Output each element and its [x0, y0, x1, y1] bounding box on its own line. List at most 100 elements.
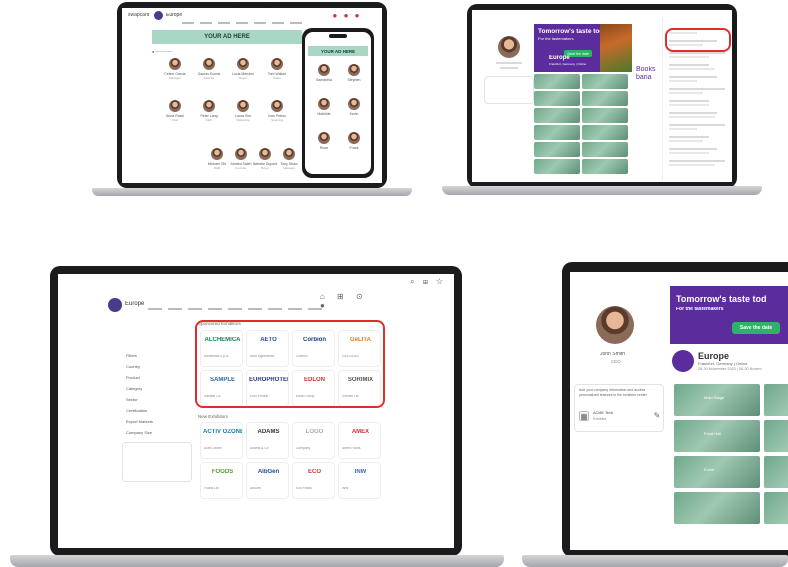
person-card[interactable]: Laura Kim Marketing — [228, 100, 258, 130]
person-name: Kevin — [349, 112, 359, 116]
photo-tile[interactable] — [674, 492, 760, 524]
exhibitor-card[interactable]: Add your company information and access … — [574, 384, 664, 432]
sidebar-item[interactable]: Product — [126, 376, 140, 381]
event-banner[interactable]: Tomorrow's taste tod For the tastemakers… — [670, 286, 788, 344]
photo-tile[interactable] — [764, 420, 788, 452]
person-role: Sales — [273, 77, 281, 80]
person-name: Tony Shaw — [280, 162, 298, 166]
edit-icon[interactable]: ✎ — [653, 411, 661, 420]
ad-banner[interactable]: YOUR AD HERE — [152, 30, 302, 44]
photo-tile[interactable] — [582, 159, 628, 174]
notification-line — [669, 100, 709, 102]
exhibitor-caption: INW — [342, 487, 349, 490]
sidebar-item[interactable]: Country — [126, 365, 140, 370]
browser-icons[interactable]: ⌕ ⊞ ☆ — [408, 277, 448, 287]
photo-tile[interactable]: Event — [674, 456, 760, 488]
filter-sidebar: Filters Country Product Category Sector Certi… — [122, 324, 192, 538]
photo-tile[interactable] — [534, 108, 580, 123]
person-card[interactable]: Lucia Mendes Buyer — [228, 58, 258, 88]
mobile-person-card[interactable]: Stephen — [341, 64, 367, 94]
header-icons[interactable]: ⌂ ⊞ ⊙ ● — [320, 292, 380, 310]
exhibitor-logo: LOGO — [305, 429, 324, 435]
phone-ad-banner[interactable]: YOUR AD HERE — [308, 46, 368, 56]
exhibitor-logo: AlbGen — [257, 469, 280, 475]
event-avatar[interactable] — [108, 298, 122, 312]
photo-tile[interactable] — [582, 91, 628, 106]
person-name: Gaurav Kumar — [197, 72, 221, 76]
ad-banner-text: YOUR AD HERE — [204, 34, 250, 40]
person-role: Chef — [171, 119, 179, 122]
exhibitor-card[interactable]: ECO Eco Foods — [292, 462, 335, 499]
mobile-person-card[interactable]: Samantha — [311, 64, 337, 94]
exhibitor-card[interactable]: ADAMS Adams & Co — [246, 422, 289, 459]
mobile-person-card[interactable]: Rose — [311, 132, 337, 162]
event-name: Europe — [698, 351, 730, 361]
person-card[interactable]: Anna Rossi Chef — [160, 100, 190, 130]
photo-tile[interactable] — [534, 125, 580, 140]
photo-tile[interactable] — [582, 142, 628, 157]
person-card[interactable]: Tony Shaw Manager — [274, 148, 304, 178]
exhibitor-card[interactable]: FOODS Foods Ltd — [200, 462, 243, 499]
screenshot: swapcard Europe ● ● ● YOUR AD HERE ● ───… — [0, 0, 788, 567]
new-exhibitors-title: New Exhibitors — [198, 414, 229, 419]
mobile-person-card[interactable]: Frank — [341, 132, 367, 162]
person-card[interactable]: Celine Garcia Manager — [160, 58, 190, 88]
sidebar-item[interactable]: Category — [126, 387, 142, 392]
app-logo: swapcard — [128, 13, 150, 18]
photo-tile[interactable] — [582, 74, 628, 89]
photo-tile[interactable] — [764, 492, 788, 524]
exhibitor-card[interactable]: LOGO Company — [292, 422, 335, 459]
mobile-person-card[interactable]: Mathilde — [311, 98, 337, 128]
photo-tile[interactable] — [764, 384, 788, 416]
banner-title: Tomorrow's taste tod — [676, 294, 767, 304]
avatar — [259, 148, 271, 160]
highlighted-notification — [665, 28, 731, 52]
tile-grid: Main Stage Food Hall Event — [674, 384, 788, 550]
profile-card[interactable] — [484, 76, 534, 104]
photo-tile[interactable] — [764, 456, 788, 488]
sidebar-item[interactable]: Export Markets — [126, 420, 153, 425]
sidebar-promo-card[interactable] — [122, 442, 192, 482]
person-card[interactable]: Ivan Petrov Sourcing — [262, 100, 292, 130]
avatar — [211, 148, 223, 160]
profile-photo — [498, 36, 520, 58]
exhibitor-caption: AlbGen — [250, 487, 261, 490]
sidebar-item[interactable]: Certification — [126, 409, 147, 414]
exhibitor-card[interactable]: AMEX Amex Foods — [338, 422, 381, 459]
photo-tile[interactable] — [582, 125, 628, 140]
exhibitor-card[interactable]: ACTIV OZONE Activ Ozone — [200, 422, 243, 459]
mobile-person-card[interactable]: Kevin — [341, 98, 367, 128]
sidebar-item[interactable]: Sector — [126, 398, 138, 403]
save-date-button[interactable]: Save the date — [732, 322, 780, 334]
photo-tile[interactable] — [534, 142, 580, 157]
person-card[interactable]: Peter Lang CEO — [194, 100, 224, 130]
exhibitor-caption: Foods Ltd — [204, 487, 219, 490]
side-text: Books bana — [636, 66, 656, 82]
notification-subline — [669, 68, 715, 70]
photo-tile[interactable] — [534, 91, 580, 106]
avatar — [203, 58, 215, 70]
avatar — [318, 98, 330, 110]
sidebar-item[interactable]: Company Size — [126, 431, 152, 436]
photo-tile[interactable] — [582, 108, 628, 123]
avatar — [283, 148, 295, 160]
event-avatar[interactable] — [154, 11, 163, 20]
photo-tile[interactable]: Main Stage — [674, 384, 760, 416]
person-card[interactable]: Tom Walker Sales — [262, 58, 292, 88]
sponsored-highlight — [195, 320, 385, 408]
banner-subtitle: For the tastemakers — [676, 307, 724, 312]
sidebar-item[interactable]: Filters — [126, 354, 137, 359]
exhibitor-card[interactable]: INW INW — [338, 462, 381, 499]
laptop-4-notch — [688, 262, 748, 272]
exhibitor-card[interactable]: AlbGen AlbGen — [246, 462, 289, 499]
photo-tile[interactable] — [534, 159, 580, 174]
photo-tile[interactable] — [534, 74, 580, 89]
header-icons[interactable]: ● ● ● — [332, 11, 362, 20]
profile-photo — [596, 306, 634, 344]
event-name: Europe — [125, 301, 145, 307]
card-item: ACME Tech — [593, 411, 613, 415]
tile-label: Event — [704, 468, 715, 472]
person-card[interactable]: Gaurav Kumar Director — [194, 58, 224, 88]
photo-tile[interactable]: Food Hall — [674, 420, 760, 452]
avatar — [169, 100, 181, 112]
